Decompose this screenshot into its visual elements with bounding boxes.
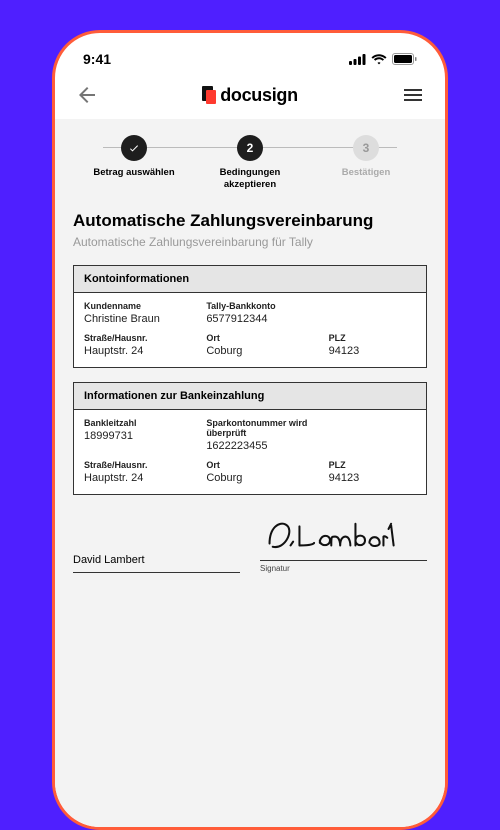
brand-logo: docusign — [202, 85, 298, 106]
step-2-label: Bedingungen akzeptieren — [195, 167, 305, 191]
bankacct-label: Tally-Bankkonto — [206, 301, 328, 311]
brand-name: docusign — [220, 85, 298, 106]
check-icon — [128, 142, 140, 154]
docusign-logo-icon — [202, 86, 216, 104]
step-1: Betrag auswählen — [79, 135, 189, 179]
account-info-box: Kontoinformationen Kundenname Christine … — [73, 265, 427, 368]
menu-icon[interactable] — [401, 83, 425, 107]
signal-icon — [349, 54, 366, 65]
city-label: Ort — [206, 333, 328, 343]
phone-frame: 9:41 docusign Betrag auswählen 2 Bedingu… — [52, 30, 448, 830]
content: Betrag auswählen 2 Bedingungen akzeptier… — [55, 119, 445, 830]
step-3-circle: 3 — [353, 135, 379, 161]
bank-info-box: Informationen zur Bankeinzahlung Banklei… — [73, 382, 427, 495]
signature-caption: Signatur — [260, 564, 427, 573]
street-value: Hauptstr. 24 — [84, 345, 206, 357]
step-1-circle — [121, 135, 147, 161]
signature-col: Signatur — [260, 513, 427, 573]
stepper: Betrag auswählen 2 Bedingungen akzeptier… — [73, 135, 427, 191]
status-time: 9:41 — [83, 51, 111, 67]
account-header: Kontoinformationen — [74, 266, 426, 293]
battery-icon — [392, 53, 417, 65]
bank-zip-label: PLZ — [329, 460, 416, 470]
bankacct-value: 6577912344 — [206, 313, 328, 325]
wifi-icon — [371, 54, 387, 65]
routing-value: 18999731 — [84, 430, 206, 442]
bank-city-label: Ort — [206, 460, 328, 470]
step-2: 2 Bedingungen akzeptieren — [195, 135, 305, 191]
savings-label: Sparkontonummer wird überprüft — [206, 418, 328, 438]
signature-row: David Lambert Signatur — [73, 513, 427, 573]
signer-col: David Lambert — [73, 554, 240, 573]
back-icon[interactable] — [75, 83, 99, 107]
app-header: docusign — [55, 75, 445, 119]
zip-value: 94123 — [329, 345, 416, 357]
customer-value: Christine Braun — [84, 313, 206, 325]
bank-street-value: Hauptstr. 24 — [84, 472, 206, 484]
bank-city-value: Coburg — [206, 472, 328, 484]
city-value: Coburg — [206, 345, 328, 357]
street-label: Straße/Hausnr. — [84, 333, 206, 343]
routing-label: Bankleitzahl — [84, 418, 206, 428]
signer-name: David Lambert — [73, 554, 240, 573]
bank-zip-value: 94123 — [329, 472, 416, 484]
status-icons — [349, 53, 417, 65]
document-subtitle: Automatische Zahlungsvereinbarung für Ta… — [73, 235, 427, 249]
bank-header: Informationen zur Bankeinzahlung — [74, 383, 426, 410]
savings-value: 1622223455 — [206, 440, 328, 452]
step-1-label: Betrag auswählen — [93, 167, 174, 179]
signature-image — [260, 513, 400, 555]
customer-label: Kundenname — [84, 301, 206, 311]
step-3: 3 Bestätigen — [311, 135, 421, 179]
step-2-circle: 2 — [237, 135, 263, 161]
document-title: Automatische Zahlungsvereinbarung — [73, 211, 427, 231]
zip-label: PLZ — [329, 333, 416, 343]
status-bar: 9:41 — [55, 33, 445, 75]
step-3-label: Bestätigen — [342, 167, 391, 179]
bank-street-label: Straße/Hausnr. — [84, 460, 206, 470]
